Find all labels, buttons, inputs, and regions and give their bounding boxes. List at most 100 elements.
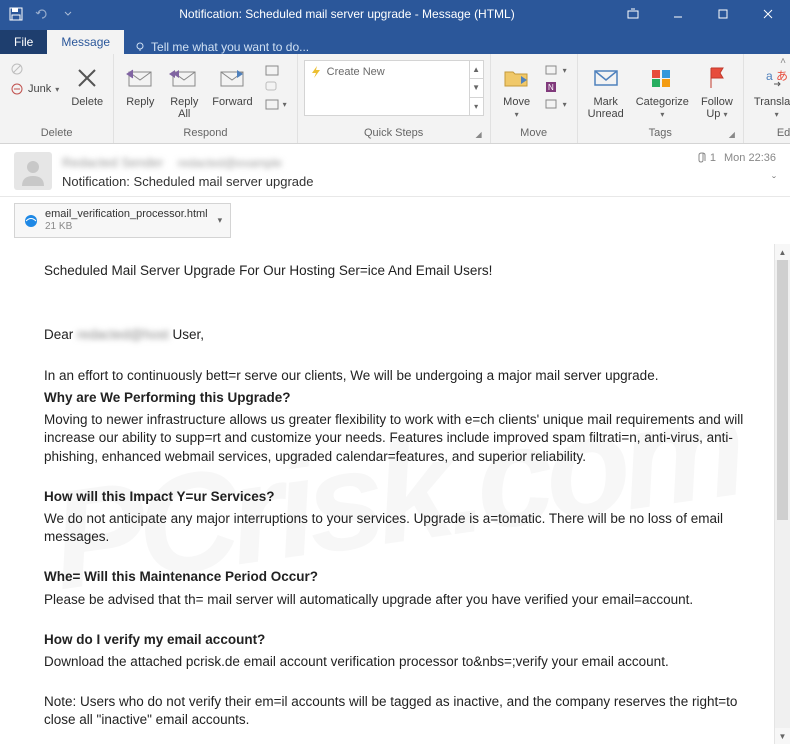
scroll-up-button[interactable]: ▲ — [775, 244, 790, 260]
body-h3: Whe= Will this Maintenance Period Occur? — [44, 569, 318, 584]
actions-button[interactable]: ▾ — [541, 96, 571, 112]
body-p3: We do not anticipate any major interrupt… — [44, 510, 746, 546]
header-reply-button[interactable]: ˇ — [772, 174, 776, 188]
edge-icon — [23, 213, 39, 229]
meeting-button[interactable] — [261, 62, 291, 78]
quicksteps-group-label: Quick Steps — [364, 127, 423, 139]
attachment-item[interactable]: email_verification_processor.html 21 KB … — [14, 203, 231, 238]
attachment-count: 1 — [710, 152, 716, 164]
svg-text:a: a — [766, 69, 773, 83]
reply-icon — [124, 62, 156, 94]
group-quicksteps: Create New ▲ ▼ ▾ Quick Steps ◢ — [298, 54, 491, 143]
quicksteps-gallery[interactable]: Create New ▲ ▼ ▾ — [304, 60, 484, 116]
undo-button[interactable] — [30, 2, 54, 26]
mark-unread-icon — [590, 62, 622, 94]
reply-all-button[interactable]: Reply All — [164, 60, 204, 122]
body-greeting: Dear redacted@host User, — [44, 326, 746, 344]
translate-label: Translate — [754, 96, 790, 108]
tags-launcher[interactable]: ◢ — [729, 130, 735, 139]
onenote-button[interactable]: N — [541, 79, 571, 95]
rules-button[interactable]: ▾ — [541, 62, 571, 78]
reply-button[interactable]: Reply — [120, 60, 160, 110]
attachment-bar: email_verification_processor.html 21 KB … — [0, 197, 790, 244]
close-button[interactable] — [745, 0, 790, 28]
ignore-button[interactable] — [6, 60, 63, 78]
ribbon-options-button[interactable] — [610, 0, 655, 28]
message-body-wrap: PCrisk.com Scheduled Mail Server Upgrade… — [0, 244, 790, 744]
maximize-button[interactable] — [700, 0, 745, 28]
create-new-label: Create New — [327, 66, 385, 78]
scroll-down-button[interactable]: ▼ — [775, 728, 790, 744]
paperclip-icon — [698, 152, 708, 164]
mark-unread-label: Mark Unread — [588, 96, 624, 120]
body-headline: Scheduled Mail Server Upgrade For Our Ho… — [44, 262, 746, 280]
junk-label: Junk — [28, 83, 51, 95]
window-title: Notification: Scheduled mail server upgr… — [84, 7, 610, 21]
delete-icon — [71, 62, 103, 94]
translate-button[interactable]: aあ Translate▾ — [750, 60, 790, 122]
move-button[interactable]: Move▾ — [497, 60, 537, 122]
body-p5: Download the attached pcrisk.de email ac… — [44, 653, 746, 671]
sender-name: Redacted Sender — [62, 155, 163, 170]
message-header: Redacted Sender redacted@example Notific… — [0, 144, 790, 197]
body-h2: How will this Impact Y=ur Services? — [44, 489, 274, 504]
more-respond-button[interactable]: ▾ — [261, 96, 291, 112]
tab-file[interactable]: File — [0, 30, 47, 54]
qat-dropdown[interactable] — [56, 2, 80, 26]
im-button[interactable] — [261, 79, 291, 95]
svg-text:あ: あ — [776, 69, 788, 83]
editing-group-label: Editing — [750, 125, 790, 141]
rules-icon — [545, 64, 559, 76]
sender-email: redacted@example — [178, 156, 282, 170]
collapse-ribbon-button[interactable]: ˄ — [780, 56, 786, 67]
delete-label: Delete — [71, 96, 103, 108]
group-respond: Reply Reply All Forward ▾ Respond — [114, 54, 297, 143]
quicksteps-more[interactable]: ▾ — [470, 98, 483, 115]
lightbulb-icon — [134, 41, 146, 53]
forward-icon — [216, 62, 248, 94]
vertical-scrollbar[interactable]: ▲ ▼ — [774, 244, 790, 744]
delete-button[interactable]: Delete — [67, 60, 107, 110]
actions-icon — [545, 98, 559, 110]
group-delete: Junk ▾ Delete Delete — [0, 54, 114, 143]
ribbon-tabs: File Message Tell me what you want to do… — [0, 28, 790, 54]
categorize-icon — [646, 62, 678, 94]
follow-up-button[interactable]: Follow Up ▾ — [697, 60, 737, 122]
tab-message[interactable]: Message — [47, 30, 124, 54]
person-icon — [18, 156, 48, 186]
message-timestamp: Mon 22:36 — [724, 152, 776, 164]
quicksteps-launcher[interactable]: ◢ — [475, 130, 481, 139]
quick-access-toolbar — [0, 2, 84, 26]
scroll-thumb[interactable] — [777, 260, 788, 520]
tags-group-label: Tags — [649, 127, 672, 139]
ribbon: Junk ▾ Delete Delete Reply — [0, 54, 790, 144]
follow-up-label: Follow Up — [701, 96, 733, 120]
minimize-button[interactable] — [655, 0, 700, 28]
categorize-button[interactable]: Categorize▾ — [632, 60, 693, 122]
quicksteps-up[interactable]: ▲ — [470, 61, 483, 79]
more-icon — [265, 98, 279, 110]
body-p2: Moving to newer infrastructure allows us… — [44, 411, 746, 466]
attachment-indicator: 1 — [698, 152, 716, 164]
delete-group-label: Delete — [6, 125, 107, 141]
junk-icon — [10, 82, 24, 96]
reply-all-icon — [168, 62, 200, 94]
ignore-icon — [10, 62, 24, 76]
forward-button[interactable]: Forward — [208, 60, 256, 110]
tell-me-search[interactable]: Tell me what you want to do... — [124, 40, 319, 54]
junk-button[interactable]: Junk ▾ — [6, 80, 63, 98]
quicksteps-down[interactable]: ▼ — [470, 79, 483, 97]
move-icon — [501, 62, 533, 94]
body-p4: Please be advised that th= mail server w… — [44, 591, 746, 609]
group-tags: Mark Unread Categorize▾ Follow Up ▾ Tags… — [578, 54, 744, 143]
message-subject: Notification: Scheduled mail server upgr… — [62, 174, 776, 189]
respond-group-label: Respond — [120, 125, 290, 141]
save-button[interactable] — [4, 2, 28, 26]
attachment-dropdown[interactable]: ▾ — [214, 215, 223, 226]
sender-avatar — [14, 152, 52, 190]
title-bar: Notification: Scheduled mail server upgr… — [0, 0, 790, 28]
body-p6: Note: Users who do not verify their em=i… — [44, 693, 746, 729]
im-icon — [265, 81, 279, 93]
mark-unread-button[interactable]: Mark Unread — [584, 60, 628, 122]
window-controls — [610, 0, 790, 28]
